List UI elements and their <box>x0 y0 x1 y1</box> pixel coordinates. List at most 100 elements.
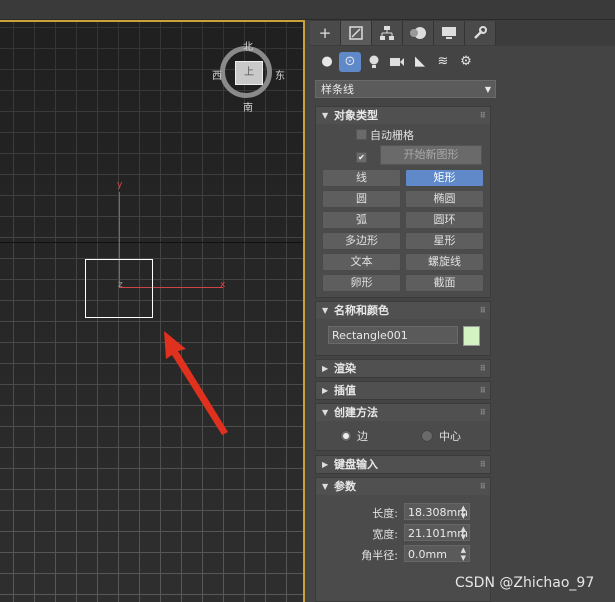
viewcube[interactable]: 上 北 南 西 东 <box>212 38 285 114</box>
width-label: 宽度: <box>372 528 398 541</box>
name-color-header[interactable]: ▼ 名称和颜色 ⠿ <box>316 302 490 319</box>
grip-icon: ⠿ <box>479 386 486 395</box>
creation-method-rollout: ▼ 创建方法 ⠿ 边 中心 <box>315 403 491 451</box>
compass-west-label[interactable]: 西 <box>212 67 222 82</box>
modify-icon <box>349 26 363 40</box>
length-value: 18.308mm <box>408 506 468 519</box>
shapes-icon[interactable]: ⊙ <box>339 52 361 72</box>
interpolation-rollout: ▶ 插值 ⠿ <box>315 381 491 400</box>
lights-icon[interactable] <box>363 52 385 72</box>
autogrid-label: 自动栅格 <box>370 129 414 142</box>
command-panel: + ● ⊙ ◣ ≋ ⚙ 样条线 ▼ ▼ 对象类型 ⠿ 自动栅格 ✔ 开始新图形 … <box>310 20 615 602</box>
ellipse-button[interactable]: 椭圆 <box>405 190 484 208</box>
camera-icon <box>390 58 404 66</box>
systems-icon[interactable]: ⚙ <box>455 52 477 72</box>
top-strip <box>0 0 615 20</box>
top-viewport[interactable]: 上 北 南 西 东 y x z <box>0 20 305 602</box>
viewcube-face-top[interactable]: 上 <box>235 61 263 85</box>
hierarchy-icon <box>380 26 394 40</box>
edge-radio-label: 边 <box>357 430 368 443</box>
expand-triangle-icon: ▶ <box>322 386 329 395</box>
object-color-swatch[interactable] <box>463 326 480 346</box>
compass-north-label[interactable]: 北 <box>243 38 253 53</box>
compass-south-label[interactable]: 南 <box>243 99 253 114</box>
spinner-arrows-icon[interactable]: ▲ ▼ <box>461 546 466 562</box>
spinner-arrows-icon[interactable]: ▲ ▼ <box>461 504 466 520</box>
compass-east-label[interactable]: 东 <box>275 67 285 82</box>
rendering-header[interactable]: ▶ 渲染 ⠿ <box>316 360 490 377</box>
grip-icon: ⠿ <box>479 460 486 469</box>
keyboard-entry-header[interactable]: ▶ 键盘输入 ⠿ <box>316 456 490 473</box>
rectangle-object[interactable] <box>85 259 153 318</box>
tab-motion[interactable] <box>403 21 434 45</box>
width-value: 21.101mm <box>408 527 468 540</box>
start-new-shape-checkbox[interactable]: ✔ <box>356 152 367 163</box>
motion-icon <box>410 27 426 39</box>
grip-icon: ⠿ <box>479 364 486 373</box>
collapse-triangle-icon: ▼ <box>322 111 329 120</box>
corner-radius-value: 0.0mm <box>408 548 447 561</box>
parameters-title: 参数 <box>334 480 356 493</box>
donut-button[interactable]: 圆环 <box>405 211 484 229</box>
text-button[interactable]: 文本 <box>322 253 401 271</box>
grip-icon: ⠿ <box>479 111 486 120</box>
start-new-shape-button[interactable]: 开始新图形 <box>380 145 482 165</box>
object-type-rollout: ▼ 对象类型 ⠿ 自动栅格 ✔ 开始新图形 线 矩形 圆 椭圆 弧 圆环 多边形… <box>315 106 491 298</box>
tab-display[interactable] <box>434 21 465 45</box>
name-color-title: 名称和颜色 <box>334 304 389 317</box>
interpolation-title: 插值 <box>334 384 356 397</box>
x-axis-label: x <box>220 280 226 290</box>
chevron-down-icon: ▼ <box>484 85 491 94</box>
category-dropdown-value: 样条线 <box>321 83 354 96</box>
csdn-watermark: CSDN @Zhichao_97 <box>455 575 595 591</box>
ngon-button[interactable]: 多边形 <box>322 232 401 250</box>
grid-home-line <box>0 242 303 243</box>
center-radio[interactable] <box>421 430 433 442</box>
creation-method-title: 创建方法 <box>334 406 378 419</box>
collapse-triangle-icon: ▼ <box>322 306 329 315</box>
tab-create[interactable]: + <box>310 21 341 45</box>
expand-triangle-icon: ▶ <box>322 364 329 373</box>
annotation-arrow <box>164 331 228 435</box>
arc-button[interactable]: 弧 <box>322 211 401 229</box>
category-dropdown[interactable]: 样条线 ▼ <box>315 80 496 98</box>
autogrid-checkbox[interactable] <box>356 129 367 140</box>
line-button[interactable]: 线 <box>322 169 401 187</box>
grip-icon: ⠿ <box>479 408 486 417</box>
rendering-title: 渲染 <box>334 362 356 375</box>
egg-button[interactable]: 卵形 <box>322 274 401 292</box>
width-spinner[interactable]: 21.101mm ▲ ▼ <box>404 524 470 541</box>
creation-method-header[interactable]: ▼ 创建方法 ⠿ <box>316 404 490 421</box>
cameras-icon[interactable] <box>386 52 408 72</box>
corner-radius-label: 角半径: <box>361 549 398 562</box>
space-warps-icon[interactable]: ≋ <box>432 52 454 72</box>
tab-hierarchy[interactable] <box>372 21 403 45</box>
spinner-arrows-icon[interactable]: ▲ ▼ <box>461 525 466 541</box>
star-button[interactable]: 星形 <box>405 232 484 250</box>
circle-button[interactable]: 圆 <box>322 190 401 208</box>
grip-icon: ⠿ <box>479 482 486 491</box>
parameters-header[interactable]: ▼ 参数 ⠿ <box>316 478 490 495</box>
interpolation-header[interactable]: ▶ 插值 ⠿ <box>316 382 490 399</box>
object-name-field[interactable]: Rectangle001 <box>328 326 458 344</box>
tab-utilities[interactable] <box>465 21 496 45</box>
length-spinner[interactable]: 18.308mm ▲ ▼ <box>404 503 470 520</box>
object-type-header[interactable]: ▼ 对象类型 ⠿ <box>316 107 490 124</box>
object-type-title: 对象类型 <box>334 109 378 122</box>
create-category-bar: ● ⊙ ◣ ≋ ⚙ <box>310 48 615 76</box>
corner-radius-spinner[interactable]: 0.0mm ▲ ▼ <box>404 545 470 562</box>
expand-triangle-icon: ▶ <box>322 460 329 469</box>
edge-radio[interactable] <box>340 430 352 442</box>
grip-icon: ⠿ <box>479 306 486 315</box>
collapse-triangle-icon: ▼ <box>322 482 329 491</box>
tab-modify[interactable] <box>341 21 372 45</box>
helpers-icon[interactable]: ◣ <box>409 52 431 72</box>
rectangle-button[interactable]: 矩形 <box>405 169 484 187</box>
section-button[interactable]: 截面 <box>405 274 484 292</box>
command-panel-tabs: + <box>310 20 615 46</box>
rendering-rollout: ▶ 渲染 ⠿ <box>315 359 491 378</box>
light-bulb-icon <box>369 55 379 68</box>
helix-button[interactable]: 螺旋线 <box>405 253 484 271</box>
geometry-icon[interactable]: ● <box>316 52 338 72</box>
wrench-icon <box>474 26 487 39</box>
